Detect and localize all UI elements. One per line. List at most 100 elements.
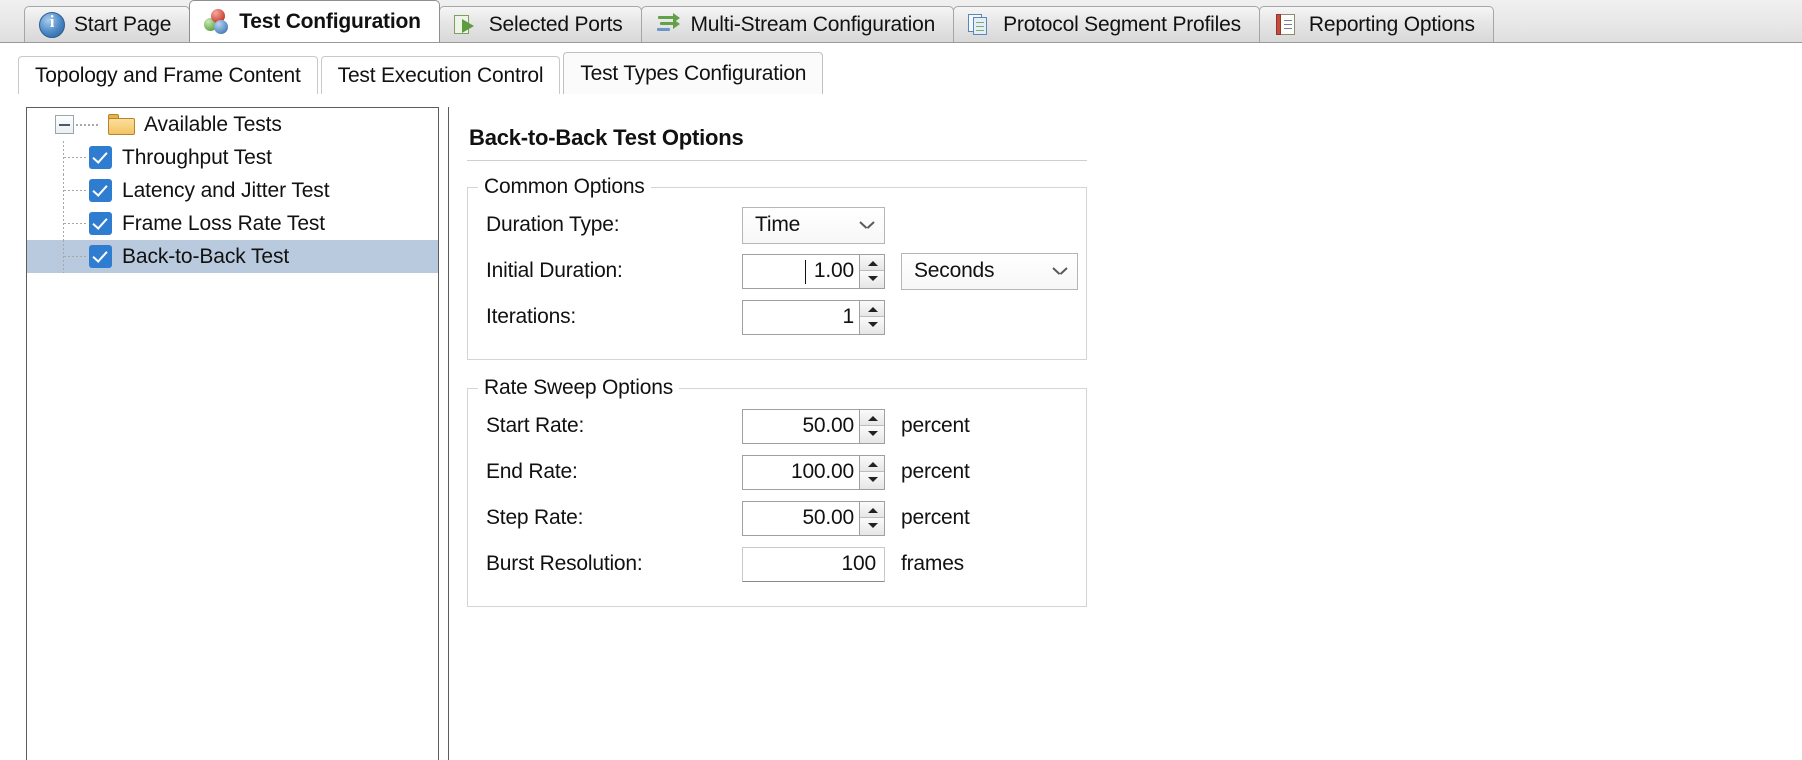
tree-item-frame-loss-rate-test[interactable]: Frame Loss Rate Test [27, 207, 438, 240]
iterations-label: Iterations: [486, 305, 577, 328]
tab-start-page[interactable]: Start Page [24, 6, 191, 42]
subtab-test-execution-control[interactable]: Test Execution Control [320, 56, 561, 94]
end-rate-input[interactable]: 100.00 [743, 455, 859, 489]
info-circle-icon [39, 11, 65, 38]
tree-item-back-to-back-test[interactable]: Back-to-Back Test [27, 240, 438, 273]
tab-label: Start Page [74, 12, 172, 36]
initial-duration-input[interactable]: 1.00 [743, 254, 859, 288]
stepper-buttons [859, 409, 884, 443]
tree-item-label: Frame Loss Rate Test [122, 211, 326, 235]
start-rate-unit: percent [901, 414, 970, 437]
stepper-buttons [859, 254, 884, 288]
initial-duration-unit-select[interactable]: Seconds [901, 252, 1078, 290]
initial-duration-row: Initial Duration: 1.00 Seconds [468, 251, 1086, 291]
tree-connector [33, 240, 89, 273]
end-rate-row: End Rate: 100.00 percent [468, 452, 1086, 492]
checkbox-checked-icon[interactable] [89, 245, 112, 268]
iterations-row: Iterations: 1 [468, 297, 1086, 337]
stepper-down-button[interactable] [860, 472, 884, 489]
tree-item-label: Throughput Test [122, 145, 272, 169]
end-rate-stepper[interactable]: 100.00 [742, 454, 885, 490]
tree-root-label: Available Tests [144, 112, 282, 136]
tree-connector [76, 123, 98, 126]
tab-label: Multi-Stream Configuration [690, 12, 936, 36]
multi-stream-icon [656, 12, 682, 38]
start-rate-stepper[interactable]: 50.00 [742, 408, 885, 444]
burst-resolution-label: Burst Resolution: [486, 552, 643, 575]
tree-item-label: Latency and Jitter Test [122, 178, 330, 202]
stepper-up-button[interactable] [860, 409, 884, 426]
burst-resolution-input[interactable]: 100 [742, 546, 885, 582]
tab-protocol-segment-profiles[interactable]: Protocol Segment Profiles [953, 6, 1260, 42]
initial-duration-stepper[interactable]: 1.00 [742, 253, 885, 289]
common-options-group: Common Options Duration Type: Time Initi… [467, 175, 1087, 360]
rate-sweep-options-legend: Rate Sweep Options [484, 376, 674, 399]
documents-icon [968, 12, 994, 38]
subtab-label: Test Types Configuration [580, 61, 807, 85]
start-rate-label: Start Rate: [486, 414, 585, 437]
common-options-legend: Common Options [484, 175, 645, 198]
stepper-down-button[interactable] [860, 271, 884, 288]
step-rate-label: Step Rate: [486, 506, 584, 529]
tab-multi-stream-configuration[interactable]: Multi-Stream Configuration [640, 6, 955, 42]
end-rate-label: End Rate: [486, 460, 578, 483]
duration-type-row: Duration Type: Time [468, 205, 1086, 245]
rate-sweep-options-group: Rate Sweep Options Start Rate: 50.00 per… [467, 376, 1087, 607]
tab-label: Test Configuration [239, 9, 421, 33]
tab-reporting-options[interactable]: Reporting Options [1258, 6, 1494, 42]
main-tab-bar: Start Page Test Configuration Selected P… [0, 0, 1802, 43]
step-rate-input[interactable]: 50.00 [743, 501, 859, 535]
start-rate-row: Start Rate: 50.00 percent [468, 406, 1086, 446]
test-options-panel: Back-to-Back Test Options Common Options… [448, 107, 1800, 760]
subtab-test-types-configuration[interactable]: Test Types Configuration [563, 52, 824, 94]
duration-type-value: Time [755, 213, 801, 236]
tab-selected-ports[interactable]: Selected Ports [438, 6, 642, 42]
tab-label: Protocol Segment Profiles [1003, 12, 1241, 36]
stepper-up-button[interactable] [860, 254, 884, 271]
stepper-down-button[interactable] [860, 317, 884, 334]
stepper-buttons [859, 300, 884, 334]
tree-item-latency-and-jitter-test[interactable]: Latency and Jitter Test [27, 174, 438, 207]
test-configuration-window: Start Page Test Configuration Selected P… [0, 0, 1802, 760]
iterations-input[interactable]: 1 [743, 300, 859, 334]
step-rate-row: Step Rate: 50.00 percent [468, 498, 1086, 538]
collapse-expand-icon[interactable] [55, 115, 74, 134]
available-tests-tree: Available Tests Throughput Test Latency … [26, 107, 439, 760]
page-title: Back-to-Back Test Options [469, 125, 744, 150]
chevron-down-icon [860, 221, 874, 230]
tree-connector [33, 174, 89, 207]
checkbox-checked-icon[interactable] [89, 212, 112, 235]
stepper-down-button[interactable] [860, 518, 884, 535]
spheres-icon [204, 8, 230, 35]
stepper-up-button[interactable] [860, 501, 884, 518]
tab-label: Reporting Options [1308, 12, 1475, 36]
sub-tab-bar: Topology and Frame Content Test Executio… [0, 43, 1802, 94]
checkbox-checked-icon[interactable] [89, 179, 112, 202]
initial-duration-unit-value: Seconds [914, 259, 995, 282]
tree-root-available-tests[interactable]: Available Tests [27, 108, 438, 141]
duration-type-select[interactable]: Time [742, 206, 885, 244]
tab-test-configuration[interactable]: Test Configuration [189, 0, 440, 42]
stepper-down-button[interactable] [860, 426, 884, 443]
subtab-label: Topology and Frame Content [35, 63, 301, 87]
duration-type-label: Duration Type: [486, 213, 620, 236]
title-divider [467, 160, 1087, 161]
tree-item-throughput-test[interactable]: Throughput Test [27, 141, 438, 174]
tree-connector [33, 141, 89, 174]
subtab-label: Test Execution Control [337, 63, 544, 87]
checkbox-checked-icon[interactable] [89, 146, 112, 169]
stepper-up-button[interactable] [860, 300, 884, 317]
end-rate-unit: percent [901, 460, 970, 483]
report-book-icon [1274, 12, 1300, 38]
step-rate-stepper[interactable]: 50.00 [742, 500, 885, 536]
stepper-up-button[interactable] [860, 455, 884, 472]
stepper-buttons [859, 501, 884, 535]
folder-icon [108, 114, 135, 135]
start-rate-input[interactable]: 50.00 [743, 409, 859, 443]
tree-connector [33, 207, 89, 240]
tree-item-label: Back-to-Back Test [122, 244, 290, 268]
iterations-stepper[interactable]: 1 [742, 299, 885, 335]
tab-label: Selected Ports [488, 12, 623, 36]
subtab-topology-and-frame-content[interactable]: Topology and Frame Content [18, 56, 318, 94]
stepper-buttons [859, 455, 884, 489]
